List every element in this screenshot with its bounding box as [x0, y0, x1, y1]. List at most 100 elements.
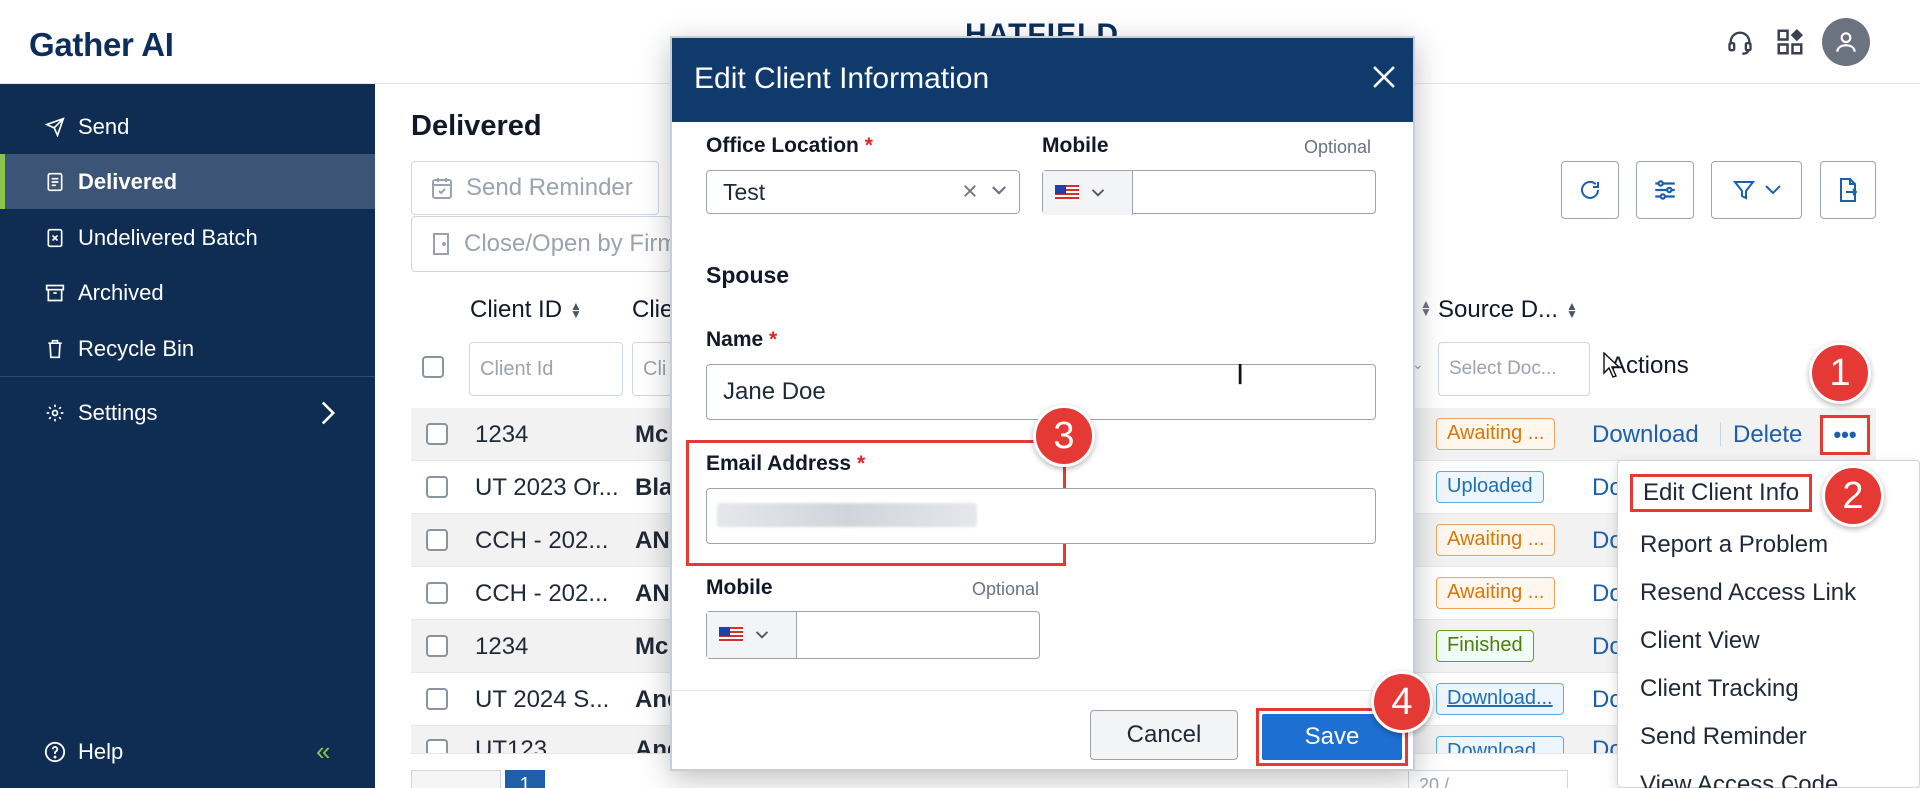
headset-icon[interactable] [1722, 24, 1758, 60]
status-badge[interactable]: Download... [1436, 683, 1564, 715]
row-checkbox[interactable] [426, 476, 448, 498]
filter-dropdown-button[interactable] [1711, 161, 1802, 219]
sidebar-item-recycle-bin[interactable]: Recycle Bin [0, 321, 375, 376]
menu-item-resend-access-link[interactable]: Resend Access Link [1640, 579, 1856, 607]
client-id-cell: 1234 [475, 633, 529, 660]
redacted-email [717, 503, 977, 527]
export-button[interactable] [1820, 161, 1876, 219]
close-open-by-firm-button[interactable]: Close/Open by Firm [411, 216, 671, 272]
collapse-sidebar-icon[interactable]: « [316, 736, 330, 767]
menu-item-view-access-code[interactable]: View Access Code [1640, 771, 1838, 788]
step-marker-2: 2 [1822, 465, 1884, 527]
status-badge: Uploaded [1436, 471, 1544, 503]
filter-icon [1732, 178, 1756, 202]
client-id-filter-input[interactable]: Client Id [469, 342, 623, 396]
chevron-down-icon [755, 630, 769, 640]
row-checkbox[interactable] [426, 423, 448, 445]
select-all-checkbox[interactable] [422, 356, 444, 378]
row-checkbox[interactable] [426, 635, 448, 657]
document-icon [44, 171, 66, 193]
sort-icon[interactable]: ▲ ▼ [1566, 300, 1578, 320]
refresh-icon [1578, 178, 1602, 202]
source-doc-filter-label: Select Doc... [1449, 358, 1557, 379]
optional-label: Optional [972, 579, 1040, 599]
pager-page-label: 1 [519, 774, 531, 788]
spouse-name-input[interactable]: Jane Doe [706, 364, 1376, 420]
close-open-label: Close/Open by Firm [464, 230, 671, 257]
client-id-cell: CCH - 202... [475, 527, 609, 554]
pager-prev[interactable] [411, 770, 501, 788]
apps-icon[interactable] [1772, 24, 1808, 60]
spouse-mobile-field[interactable] [706, 611, 1040, 659]
sidebar-item-label: Delivered [78, 168, 178, 194]
column-header-client-id[interactable]: Client ID ▲ ▼ [470, 296, 582, 324]
client-name-cell: Mc [635, 421, 669, 448]
row-checkbox[interactable] [426, 739, 448, 753]
pager-page-current[interactable]: 1 [505, 770, 545, 788]
sort-icon[interactable]: ▲ ▼ [570, 300, 582, 320]
user-avatar-icon[interactable] [1822, 18, 1870, 66]
sidebar-item-label: Settings [78, 399, 158, 425]
column-header-client-name[interactable]: Clie [632, 296, 673, 324]
delete-link[interactable]: Delete [1733, 421, 1802, 449]
paper-plane-icon [44, 116, 66, 138]
sidebar-item-label: Recycle Bin [78, 335, 195, 361]
chevron-down-icon [1091, 188, 1105, 198]
x-document-icon [44, 227, 66, 249]
chevron-right-icon[interactable] [318, 400, 338, 431]
export-icon [1836, 177, 1860, 203]
cancel-button[interactable]: Cancel [1090, 710, 1238, 760]
mobile-field[interactable] [1042, 170, 1376, 215]
brand-logo[interactable]: Gather AI [29, 26, 174, 64]
modal-footer-divider [672, 690, 1413, 691]
client-id-header-label: Client ID [470, 296, 563, 323]
source-doc-filter-select[interactable]: Select Doc... [1438, 342, 1590, 396]
menu-item-send-reminder[interactable]: Send Reminder [1640, 723, 1807, 751]
more-actions-button[interactable]: ••• [1820, 415, 1870, 455]
spouse-email-input[interactable] [706, 488, 1376, 544]
modal-title: Edit Client Information [694, 62, 990, 95]
step-marker-3: 3 [1033, 405, 1095, 467]
row-checkbox[interactable] [426, 582, 448, 604]
status-badge[interactable]: Download... [1436, 736, 1564, 753]
source-doc-header-label: Source D... [1438, 296, 1559, 323]
country-code-select[interactable] [1043, 171, 1133, 215]
door-icon [430, 232, 452, 256]
download-link[interactable]: Download [1592, 421, 1699, 449]
sidebar-item-label: Send [78, 113, 130, 139]
send-reminder-button[interactable]: Send Reminder [411, 161, 659, 215]
sidebar-item-delivered[interactable]: Delivered [0, 154, 375, 209]
country-code-select[interactable] [707, 612, 797, 658]
sidebar-item-send[interactable]: Send [0, 99, 375, 154]
office-location-select[interactable]: Test [706, 170, 1020, 214]
menu-item-client-tracking[interactable]: Client Tracking [1640, 675, 1799, 703]
status-badge: Finished [1436, 630, 1534, 662]
client-name-filter-input[interactable]: Cli [632, 342, 672, 396]
client-name-header-label: Clie [632, 296, 674, 323]
client-name-cell: Mc [635, 633, 669, 660]
page-title: Delivered [411, 110, 542, 142]
status-badge: Awaiting ... [1436, 524, 1556, 556]
help-link[interactable]: Help [44, 739, 123, 765]
menu-item-report-problem[interactable]: Report a Problem [1640, 531, 1828, 559]
menu-item-client-view[interactable]: Client View [1640, 627, 1760, 655]
close-icon[interactable] [1367, 60, 1401, 99]
client-id-cell: UT123 [475, 736, 548, 754]
column-header-source-doc[interactable]: Source D... ▲ ▼ [1438, 296, 1578, 324]
refresh-button[interactable] [1561, 161, 1619, 219]
clear-icon[interactable] [961, 182, 979, 200]
optional-label: Optional [1304, 137, 1372, 157]
page-size-select[interactable]: 20 / [1408, 770, 1568, 788]
sort-icon[interactable]: ▲ ▼ [1420, 298, 1432, 318]
modal-header: Edit Client Information [672, 38, 1413, 122]
sidebar-item-archived[interactable]: Archived [0, 265, 375, 320]
sidebar-item-label: Archived [78, 279, 164, 305]
menu-item-edit-client-info[interactable]: Edit Client Info [1630, 474, 1813, 512]
column-settings-button[interactable] [1636, 161, 1694, 219]
client-id-cell: UT 2024 S... [475, 686, 610, 713]
sidebar-item-undelivered-batch[interactable]: Undelivered Batch [0, 210, 375, 265]
row-checkbox[interactable] [426, 529, 448, 551]
client-id-cell: CCH - 202... [475, 580, 609, 607]
row-checkbox[interactable] [426, 688, 448, 710]
send-reminder-label: Send Reminder [466, 174, 633, 201]
